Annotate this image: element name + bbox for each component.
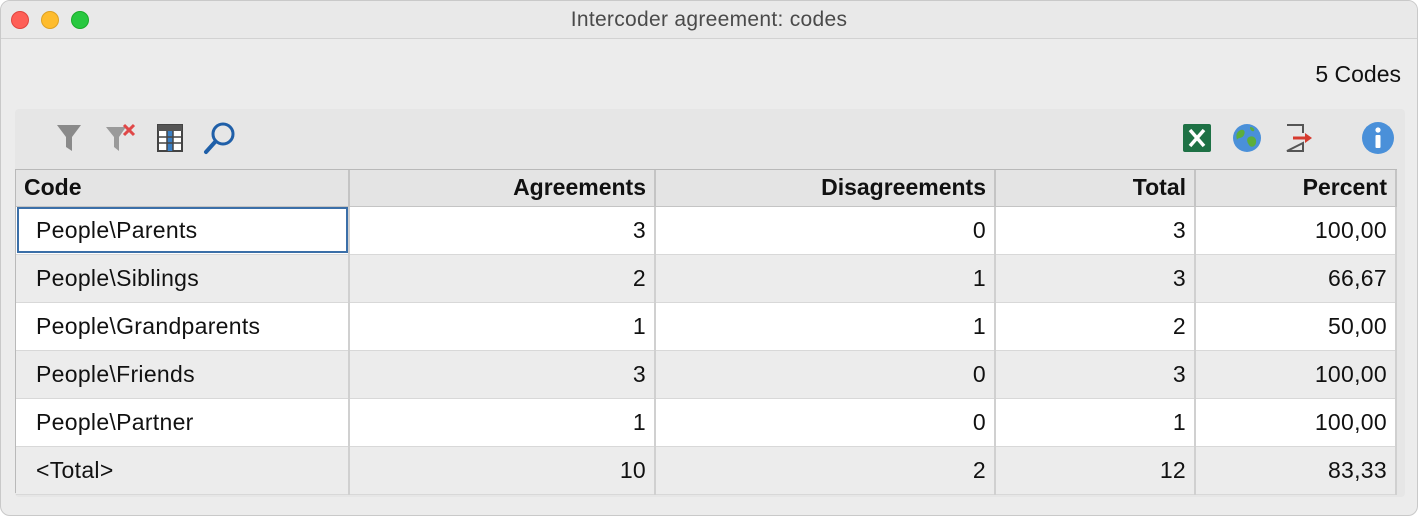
agreements-cell[interactable]: 2 (349, 254, 656, 303)
table-row[interactable]: People\Friends 3 0 3 100,00 (16, 350, 1397, 399)
table-row[interactable]: People\Grandparents 1 1 2 50,00 (16, 302, 1397, 351)
column-header-percent[interactable]: Percent (1195, 170, 1397, 207)
disagreements-cell[interactable]: 0 (655, 398, 996, 447)
export-html-button[interactable] (1230, 121, 1264, 155)
filter-icon (57, 125, 81, 151)
web-export-icon (1233, 124, 1261, 152)
info-icon (1362, 122, 1394, 154)
code-count-label: 5 Codes (1315, 61, 1401, 87)
table-total-row[interactable]: <Total> 10 2 12 83,33 (16, 446, 1397, 495)
export-button[interactable] (1282, 121, 1316, 155)
column-header-total[interactable]: Total (995, 170, 1196, 207)
title-bar: Intercoder agreement: codes (1, 1, 1417, 39)
code-cell[interactable]: People\Parents (16, 206, 350, 255)
total-cell[interactable]: 3 (995, 254, 1196, 303)
disagreements-cell[interactable]: 0 (655, 350, 996, 399)
filter-button[interactable] (52, 121, 86, 155)
percent-cell[interactable]: 100,00 (1195, 350, 1397, 399)
export-excel-button[interactable] (1180, 121, 1214, 155)
table-row[interactable]: People\Parents 3 0 3 100,00 (16, 206, 1397, 255)
results-panel: Code Agreements Disagreements Total Perc… (15, 109, 1405, 497)
agreements-cell[interactable]: 3 (349, 206, 656, 255)
agreements-cell[interactable]: 3 (349, 350, 656, 399)
columns-icon (157, 124, 183, 152)
total-cell[interactable]: 12 (995, 446, 1196, 495)
total-cell[interactable]: 1 (995, 398, 1196, 447)
column-header-code[interactable]: Code (16, 170, 350, 207)
agreements-cell[interactable]: 1 (349, 398, 656, 447)
clear-filter-icon (106, 123, 136, 151)
disagreements-cell[interactable]: 1 (655, 254, 996, 303)
total-cell[interactable]: 3 (995, 206, 1196, 255)
code-cell[interactable]: People\Friends (16, 350, 350, 399)
agreement-table: Code Agreements Disagreements Total Perc… (15, 169, 1397, 495)
disagreements-cell[interactable]: 1 (655, 302, 996, 351)
table-header-row: Code Agreements Disagreements Total Perc… (16, 170, 1397, 207)
agreements-cell[interactable]: 1 (349, 302, 656, 351)
percent-cell[interactable]: 83,33 (1195, 446, 1397, 495)
total-cell[interactable]: 2 (995, 302, 1196, 351)
total-cell[interactable]: 3 (995, 350, 1196, 399)
code-cell[interactable]: People\Grandparents (16, 302, 350, 351)
column-header-agreements[interactable]: Agreements (349, 170, 656, 207)
window-title: Intercoder agreement: codes (570, 8, 848, 31)
column-header-disagreements[interactable]: Disagreements (655, 170, 996, 207)
code-cell[interactable]: People\Partner (16, 398, 350, 447)
clear-filter-button[interactable] (103, 121, 137, 155)
code-cell[interactable]: People\Siblings (16, 254, 350, 303)
disagreements-cell[interactable]: 0 (655, 206, 996, 255)
agreements-cell[interactable]: 10 (349, 446, 656, 495)
toolbar (15, 109, 1405, 169)
percent-cell[interactable]: 66,67 (1195, 254, 1397, 303)
code-cell[interactable]: <Total> (16, 446, 350, 495)
search-icon (204, 122, 235, 154)
search-button[interactable] (203, 121, 237, 155)
window: Intercoder agreement: codes 5 Codes Code… (0, 0, 1418, 516)
table-row[interactable]: People\Partner 1 0 1 100,00 (16, 398, 1397, 447)
export-icon (1286, 124, 1312, 152)
percent-cell[interactable]: 50,00 (1195, 302, 1397, 351)
columns-button[interactable] (153, 121, 187, 155)
table-row[interactable]: People\Siblings 2 1 3 66,67 (16, 254, 1397, 303)
info-button[interactable] (1361, 121, 1395, 155)
excel-export-icon (1183, 124, 1211, 152)
percent-cell[interactable]: 100,00 (1195, 398, 1397, 447)
disagreements-cell[interactable]: 2 (655, 446, 996, 495)
percent-cell[interactable]: 100,00 (1195, 206, 1397, 255)
